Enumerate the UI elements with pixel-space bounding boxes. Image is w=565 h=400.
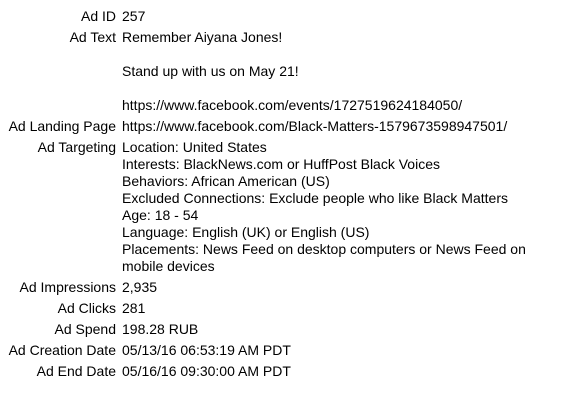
ad-text-row: Ad Text Remember Aiyana Jones! Stand up … (0, 29, 565, 114)
ad-creation-date-row: Ad Creation Date 05/13/16 06:53:19 AM PD… (0, 342, 565, 359)
targeting-location: Location: United States (122, 139, 267, 155)
targeting-age: Age: 18 - 54 (122, 207, 199, 223)
ad-text-label: Ad Text (69, 29, 116, 45)
ad-landing-page-url: https://www.facebook.com/Black-Matters-1… (122, 118, 508, 134)
ad-end-date-row: Ad End Date 05/16/16 09:30:00 AM PDT (0, 363, 565, 380)
ad-targeting-value: Location: United States Interests: Black… (122, 139, 560, 275)
ad-landing-page-row: Ad Landing Page https://www.facebook.com… (0, 118, 565, 135)
ad-end-date-label: Ad End Date (36, 363, 116, 379)
ad-spend-value: 198.28 RUB (122, 321, 199, 337)
ad-clicks-label: Ad Clicks (57, 300, 116, 316)
ad-impressions-value: 2,935 (122, 279, 158, 295)
ad-end-date-value: 05/16/16 09:30:00 AM PDT (122, 363, 291, 379)
ad-targeting-label: Ad Targeting (37, 139, 116, 155)
ad-spend-label: Ad Spend (54, 321, 117, 337)
ad-id-value: 257 (122, 8, 146, 24)
targeting-language: Language: English (UK) or English (US) (122, 224, 370, 240)
ad-text-line: Stand up with us on May 21! (122, 63, 299, 79)
ad-record: Ad ID 257 Ad Text Remember Aiyana Jones!… (0, 8, 565, 384)
ad-clicks-row: Ad Clicks 281 (0, 300, 565, 317)
ad-creation-date-value: 05/13/16 06:53:19 AM PDT (122, 342, 291, 358)
ad-text-event-link: https://www.facebook.com/events/17275196… (122, 97, 463, 113)
ad-targeting-row: Ad Targeting Location: United States Int… (0, 139, 565, 275)
ad-landing-page-label: Ad Landing Page (8, 118, 116, 134)
ad-id-label: Ad ID (80, 8, 116, 24)
ad-spend-row: Ad Spend 198.28 RUB (0, 321, 565, 338)
targeting-interests: Interests: BlackNews.com or HuffPost Bla… (122, 156, 440, 172)
targeting-excluded-connections: Excluded Connections: Exclude people who… (122, 190, 508, 206)
targeting-behaviors: Behaviors: African American (US) (122, 173, 330, 189)
ad-id-row: Ad ID 257 (0, 8, 565, 25)
ad-text-line: Remember Aiyana Jones! (122, 29, 283, 45)
ad-impressions-label: Ad Impressions (19, 279, 116, 295)
ad-impressions-row: Ad Impressions 2,935 (0, 279, 565, 296)
ad-creation-date-label: Ad Creation Date (8, 342, 116, 358)
ad-clicks-value: 281 (122, 300, 146, 316)
ad-text-value: Remember Aiyana Jones! Stand up with us … (122, 29, 560, 114)
targeting-placements: Placements: News Feed on desktop compute… (122, 241, 526, 274)
